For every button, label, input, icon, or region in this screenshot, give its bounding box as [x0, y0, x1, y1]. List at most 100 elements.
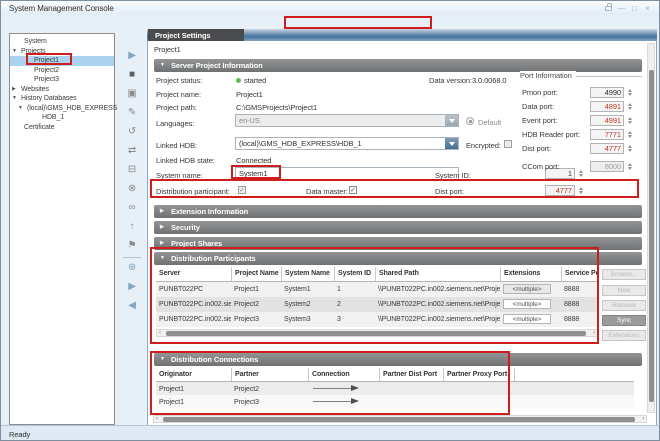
- linked-hdb-dropdown[interactable]: (local)\GMS_HDB_EXPRESS\HDB_1: [235, 137, 459, 150]
- tree-item-certificate[interactable]: Certificate: [10, 123, 114, 133]
- default-language-radio[interactable]: [466, 117, 474, 125]
- pmon-port-label: Pmon port:: [522, 88, 558, 97]
- scroll-right-icon[interactable]: ›: [642, 416, 644, 423]
- hdb-reader-port-spinner[interactable]: [626, 129, 633, 140]
- participant-row[interactable]: PUNBT022PC Project1 System1 1 \\PUNBT022…: [156, 282, 598, 297]
- connection-arrow-icon: [311, 384, 361, 392]
- ccom-port-spinner[interactable]: [626, 161, 633, 172]
- tree-item-local-hdb-express[interactable]: ▼(local)\GMS_HDB_EXPRESS: [10, 104, 114, 114]
- system-name-label: System name:: [156, 171, 203, 180]
- back-icon[interactable]: ◀: [123, 299, 141, 313]
- port-row: HDB Reader port: 7771: [520, 129, 642, 141]
- copy-project-icon[interactable]: ▣: [123, 87, 141, 101]
- tree-item-history-databases[interactable]: ▼History Databases: [10, 94, 114, 104]
- system-management-console-window: System Management Console — □ × Active p…: [0, 0, 660, 441]
- tree-item-websites[interactable]: ▶Websites: [10, 85, 114, 95]
- participant-row[interactable]: PUNBT022PC.in002.sieme Project3 System3 …: [156, 312, 598, 327]
- section-security[interactable]: ▶ Security: [154, 221, 642, 234]
- sync-button[interactable]: Sync: [602, 315, 646, 326]
- connection-row[interactable]: Project1 Project3: [156, 395, 634, 408]
- scroll-left-icon[interactable]: ‹: [159, 330, 161, 337]
- event-port-spinner[interactable]: [626, 115, 633, 126]
- maximize-icon[interactable]: □: [629, 4, 640, 13]
- pmon-port-spinbox[interactable]: 4990: [590, 87, 624, 98]
- remove-button[interactable]: Remove: [602, 300, 646, 311]
- upload-icon[interactable]: ↑: [123, 220, 141, 234]
- port-row: Event port: 4991: [520, 115, 642, 127]
- extensions-cell-button[interactable]: <multiple>: [503, 284, 551, 294]
- tree-expander-icon: ▶: [12, 85, 19, 95]
- start-project-icon[interactable]: ▶: [123, 49, 141, 63]
- link-hdb-icon[interactable]: ∞: [123, 201, 141, 215]
- tree-item-projects[interactable]: ▼Projects: [10, 47, 114, 57]
- edit-project-icon[interactable]: ✎: [123, 106, 141, 120]
- encrypted-label: Encrypted:: [466, 141, 501, 150]
- port-information-group: Port Information Pmon port: 4990 Data po…: [520, 71, 642, 211]
- delete-project-icon[interactable]: ⊗: [123, 182, 141, 196]
- scroll-right-icon[interactable]: ›: [593, 330, 595, 337]
- encrypted-checkbox[interactable]: [504, 140, 512, 148]
- extensions-cell-button[interactable]: <multiple>: [503, 299, 551, 309]
- add-icon[interactable]: ⊕: [123, 261, 141, 275]
- tree-item-project3[interactable]: Project3: [10, 75, 114, 85]
- system-name-input[interactable]: System1: [235, 167, 459, 180]
- main-vertical-scrollbar[interactable]: [647, 43, 655, 413]
- chevron-down-icon[interactable]: [445, 138, 458, 149]
- linked-hdb-state-label: Linked HDB state:: [156, 156, 215, 165]
- upgrade-project-icon[interactable]: ⇄: [123, 144, 141, 158]
- section-distribution-participants[interactable]: ▼ Distribution Participants: [154, 252, 642, 265]
- tree-item-project1[interactable]: Project1: [10, 56, 114, 66]
- minimize-icon[interactable]: —: [616, 4, 627, 13]
- project-status-value: started: [244, 76, 266, 85]
- scroll-left-icon[interactable]: ‹: [156, 416, 158, 423]
- project-status-label: Project status:: [156, 76, 202, 85]
- hdb-reader-port-spinbox[interactable]: 7771: [590, 129, 624, 140]
- section-distribution-connections[interactable]: ▼ Distribution Connections: [154, 353, 642, 366]
- extensions-cell-button[interactable]: <multiple>: [503, 314, 551, 324]
- scrollbar-thumb[interactable]: [649, 70, 654, 402]
- scrollbar-thumb[interactable]: [166, 331, 586, 336]
- save-project-icon[interactable]: ⊟: [123, 163, 141, 177]
- connections-header-row: Originator Partner Connection Partner Di…: [156, 368, 634, 382]
- stop-project-icon[interactable]: ■: [123, 68, 141, 82]
- pmon-port-spinner[interactable]: [626, 87, 633, 98]
- chevron-down-icon[interactable]: [445, 115, 458, 126]
- extensions-button[interactable]: Extensions: [602, 330, 646, 341]
- connection-row[interactable]: Project1 Project2: [156, 382, 634, 395]
- browse-button[interactable]: Browse...: [602, 269, 646, 280]
- dist-port-info-spinbox[interactable]: 4777: [590, 143, 624, 154]
- collapse-icon: ▼: [160, 353, 169, 366]
- port-row: Pmon port: 4990: [520, 87, 642, 99]
- close-icon[interactable]: ×: [642, 4, 653, 13]
- section-extension-information[interactable]: ▶ Extension Information: [154, 205, 642, 218]
- menu-row: Active project : Project1 / started Menu: [1, 15, 660, 29]
- forward-icon[interactable]: ▶: [123, 280, 141, 294]
- participants-header-row: Server Project Name System Name System I…: [156, 267, 598, 282]
- panel-project-label: Project1: [154, 45, 181, 54]
- participant-row[interactable]: PUNBT022PC.in002.sieme Project2 System2 …: [156, 297, 598, 312]
- distribution-participant-checkbox[interactable]: ✓: [238, 186, 246, 194]
- data-port-spinbox[interactable]: 4891: [590, 101, 624, 112]
- data-master-checkbox[interactable]: ✓: [349, 186, 357, 194]
- section-project-shares[interactable]: ▶ Project Shares: [154, 237, 642, 250]
- ccom-port-spinbox[interactable]: 8000: [590, 161, 624, 172]
- scrollbar-thumb[interactable]: [163, 417, 635, 422]
- data-master-label: Data master:: [306, 187, 348, 196]
- pin-icon[interactable]: ⚑: [123, 239, 141, 253]
- main-horizontal-scrollbar[interactable]: ‹ ›: [153, 415, 647, 423]
- languages-dropdown[interactable]: en-US: [235, 114, 459, 127]
- lock-icon[interactable]: [605, 6, 612, 11]
- dist-port-info-spinner[interactable]: [626, 143, 633, 154]
- restore-project-icon[interactable]: ↺: [123, 125, 141, 139]
- new-button[interactable]: New: [602, 285, 646, 296]
- participants-horizontal-scrollbar[interactable]: ‹ ›: [156, 329, 598, 337]
- data-port-spinner[interactable]: [626, 101, 633, 112]
- tree-item-project2[interactable]: Project2: [10, 66, 114, 76]
- project-path-label: Project path:: [156, 103, 197, 112]
- tree-item-hdb1[interactable]: HDB_1: [10, 113, 114, 123]
- event-port-spinbox[interactable]: 4991: [590, 115, 624, 126]
- expand-icon: ▶: [160, 237, 169, 250]
- tree-expander-icon: ▼: [12, 94, 19, 104]
- tree-item-system[interactable]: System: [10, 37, 114, 47]
- connection-arrow-icon: [311, 397, 361, 405]
